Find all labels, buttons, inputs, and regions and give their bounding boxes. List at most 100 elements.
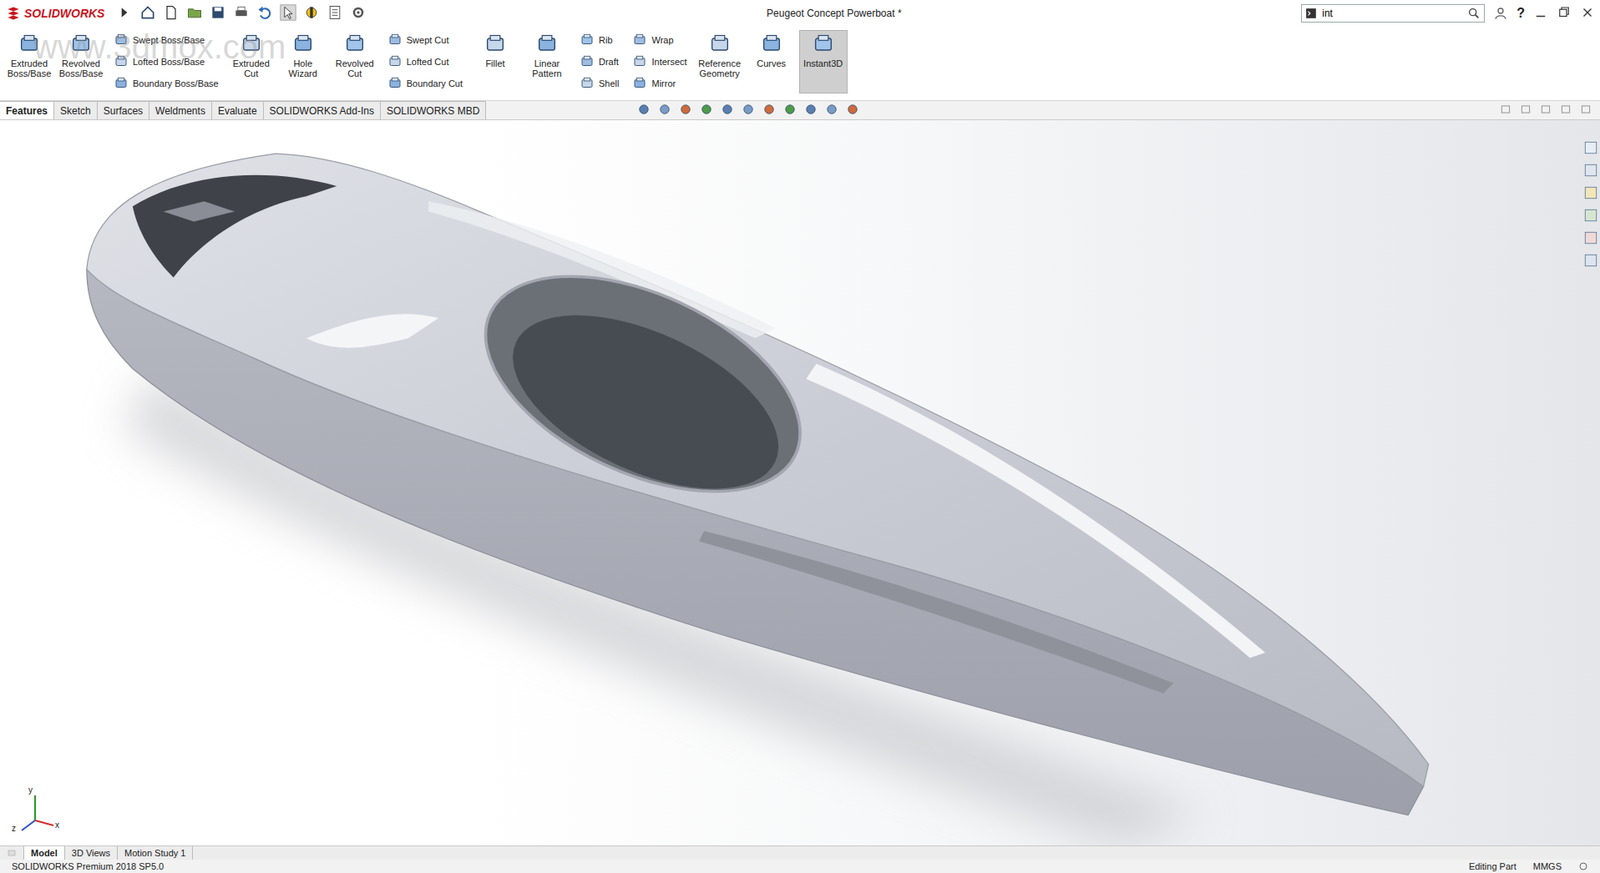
- dynamic-annotation-button[interactable]: [719, 101, 735, 120]
- doc-minimize-button[interactable]: [1539, 103, 1552, 118]
- boat-model[interactable]: [0, 120, 1600, 846]
- command-tab[interactable]: Evaluate: [211, 101, 264, 120]
- tile-left-button[interactable]: [1499, 103, 1512, 118]
- file-properties-icon: [326, 4, 344, 21]
- home-button[interactable]: [139, 4, 157, 24]
- ribbon-stack: Wrap Intersect Mirror: [627, 30, 692, 94]
- ribbon-button[interactable]: Curves: [747, 30, 796, 94]
- graphics-area[interactable]: yxz: [0, 120, 1600, 846]
- ribbon-label: Lofted Cut: [406, 56, 450, 67]
- tab-scroll-icon: [6, 848, 17, 859]
- new-document-button[interactable]: [162, 4, 180, 24]
- task-pane-home-tab[interactable]: [1583, 140, 1599, 158]
- select-icon: [279, 4, 297, 21]
- file-properties-button[interactable]: [326, 4, 344, 24]
- edit-appearance-button[interactable]: [803, 101, 819, 120]
- close-button[interactable]: [1579, 5, 1595, 23]
- ribbon-small-button[interactable]: Swept Boss/Base: [111, 31, 221, 49]
- task-pane-appearances-tab[interactable]: [1583, 230, 1599, 249]
- expand-button[interactable]: [116, 4, 133, 24]
- display-style-button[interactable]: [761, 101, 777, 120]
- print-button[interactable]: [232, 4, 250, 24]
- search-input[interactable]: [1320, 6, 1464, 21]
- undo-button[interactable]: [256, 4, 274, 24]
- ribbon-label: Revolved Boss/Base: [58, 58, 104, 79]
- feature-icon: [113, 32, 129, 48]
- section-view-icon: [698, 101, 714, 117]
- tile-right-button[interactable]: [1519, 103, 1532, 118]
- zoom-fit-button[interactable]: [636, 101, 652, 120]
- help-button[interactable]: ?: [1516, 5, 1525, 21]
- scene-button[interactable]: [824, 101, 840, 120]
- ribbon-button[interactable]: Linear Pattern: [522, 30, 572, 94]
- ribbon-button[interactable]: Revolved Cut: [330, 30, 380, 94]
- task-pane-parts-tab[interactable]: [1583, 162, 1599, 181]
- options-button[interactable]: [349, 4, 367, 24]
- ribbon-small-button[interactable]: Draft: [577, 53, 621, 71]
- model-tab[interactable]: Model: [24, 846, 66, 861]
- task-pane-folder-tab[interactable]: [1583, 185, 1599, 203]
- ribbon-button[interactable]: Extruded Boss/Base: [5, 30, 54, 94]
- feature-icon: [535, 32, 559, 56]
- command-tab[interactable]: Sketch: [53, 101, 98, 120]
- ribbon-small-button[interactable]: Shell: [577, 75, 621, 92]
- section-view-button[interactable]: [698, 101, 714, 120]
- command-icon: [1305, 7, 1317, 20]
- logo-text: SOLIDWORKS: [24, 6, 105, 21]
- task-pane-palette-tab[interactable]: [1583, 207, 1599, 226]
- model-tab[interactable]: 3D Views: [65, 846, 118, 861]
- ribbon-small-button[interactable]: Lofted Boss/Base: [111, 53, 221, 71]
- ribbon-small-button[interactable]: Swept Cut: [385, 31, 465, 49]
- ribbon-button[interactable]: Extruded Cut: [227, 30, 276, 94]
- command-tab[interactable]: Weldments: [148, 101, 213, 120]
- hide-show-button[interactable]: [782, 101, 798, 120]
- task-pane-properties-tab[interactable]: [1583, 253, 1599, 271]
- zoom-area-button[interactable]: [657, 101, 673, 120]
- unit-system[interactable]: MMGS: [1524, 861, 1570, 872]
- feature-icon: [632, 54, 648, 70]
- restore-button[interactable]: [1556, 5, 1572, 23]
- doc-close-button[interactable]: [1579, 103, 1592, 118]
- rebuild-button[interactable]: [303, 4, 320, 24]
- ribbon-button[interactable]: Hole Wizard: [278, 30, 328, 94]
- command-tab[interactable]: SOLIDWORKS Add-Ins: [263, 101, 381, 120]
- ribbon-button[interactable]: Instant3D: [799, 30, 848, 94]
- ribbon-small-button[interactable]: Mirror: [630, 75, 689, 92]
- command-tab[interactable]: SOLIDWORKS MBD: [379, 101, 487, 120]
- previous-view-icon: [678, 101, 694, 117]
- minimize-button[interactable]: [1533, 5, 1549, 23]
- ribbon-small-button[interactable]: Intersect: [630, 53, 689, 71]
- search-box[interactable]: [1301, 4, 1485, 23]
- ribbon-label: Mirror: [651, 78, 676, 89]
- doc-restore-button[interactable]: [1559, 103, 1572, 118]
- select-button[interactable]: [279, 4, 297, 24]
- ribbon-button[interactable]: Revolved Boss/Base: [56, 30, 106, 94]
- ribbon-small-button[interactable]: Lofted Cut: [385, 53, 465, 71]
- command-tab[interactable]: Features: [0, 101, 55, 120]
- product-version: SOLIDWORKS Premium 2018 SP5.0: [3, 861, 173, 872]
- command-tab[interactable]: Surfaces: [96, 101, 150, 120]
- new-document-icon: [162, 4, 180, 21]
- ribbon-label: Linear Pattern: [524, 58, 570, 79]
- ribbon-label: Reference Geometry: [697, 58, 743, 79]
- ribbon-small-button[interactable]: Boundary Boss/Base: [111, 75, 221, 92]
- ribbon-button[interactable]: Fillet: [470, 30, 520, 94]
- save-button[interactable]: [209, 4, 227, 24]
- ribbon-small-button[interactable]: Boundary Cut: [385, 75, 465, 92]
- logo[interactable]: SOLIDWORKS: [5, 5, 112, 22]
- model-tab[interactable]: Motion Study 1: [117, 846, 193, 861]
- command-manager: Extruded Boss/BaseRevolved Boss/Base Swep…: [0, 26, 1600, 102]
- command-tabs: FeaturesSketchSurfacesWeldmentsEvaluateS…: [0, 101, 1600, 121]
- ribbon-small-button[interactable]: Rib: [577, 31, 621, 49]
- previous-view-button[interactable]: [678, 101, 694, 120]
- view-orientation-button[interactable]: [740, 101, 756, 120]
- tile-right-icon: [1519, 103, 1532, 116]
- open-button[interactable]: [186, 4, 203, 24]
- view-settings-button[interactable]: [845, 101, 861, 120]
- axis-label: y: [28, 785, 33, 795]
- undo-icon: [256, 4, 274, 21]
- ribbon-small-button[interactable]: Wrap: [630, 31, 689, 49]
- ribbon-button[interactable]: Reference Geometry: [695, 30, 745, 94]
- folder-icon: [1583, 185, 1599, 201]
- feature-icon: [579, 32, 595, 48]
